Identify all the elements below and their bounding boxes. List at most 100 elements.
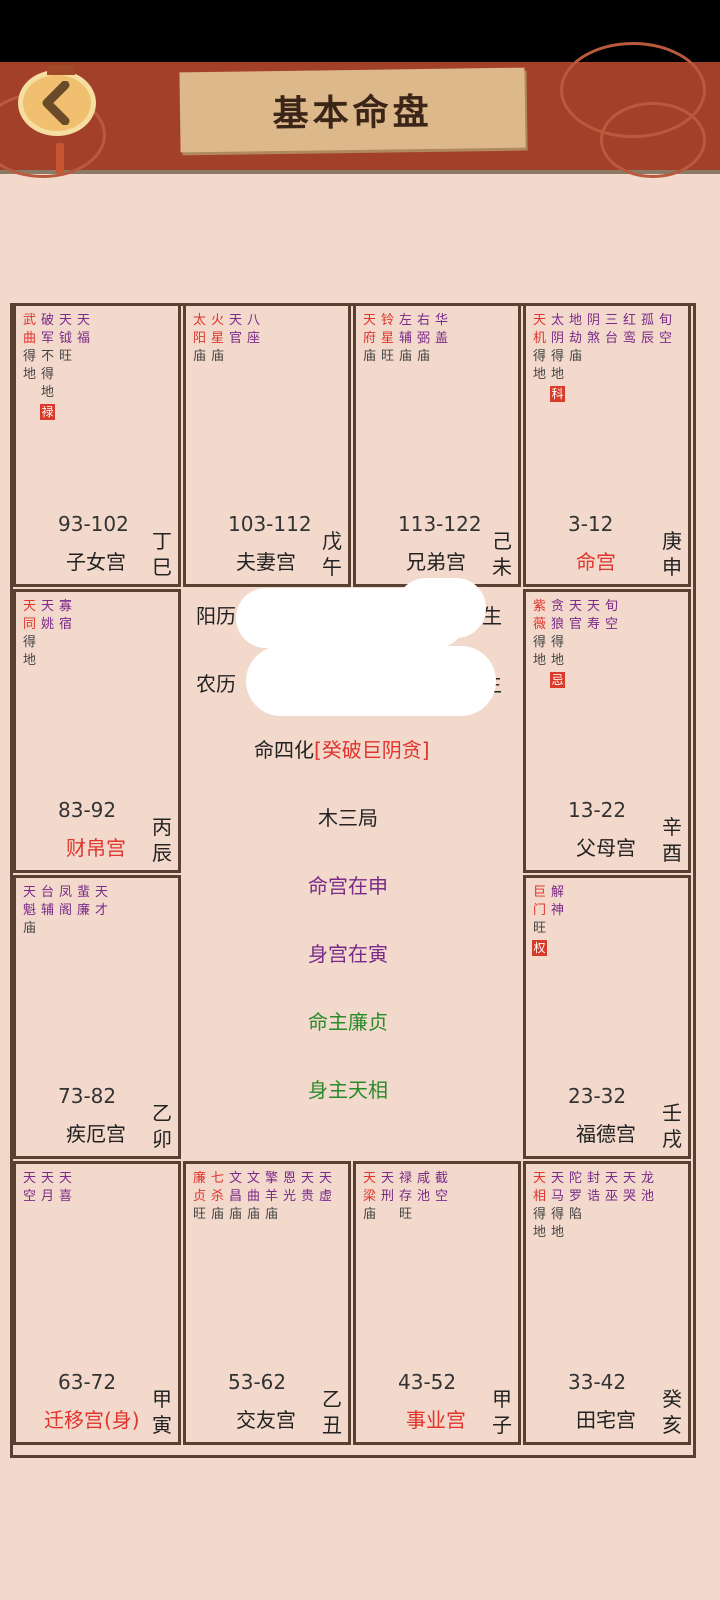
star-column: 地 劫庙 xyxy=(568,312,583,402)
ganzhi-zhi: 戌 xyxy=(662,1127,682,1151)
star-column: 紫 薇得地 xyxy=(532,598,547,688)
palace-qianyi[interactable]: 天 空天 月天 喜 63-72 迁移宫(身) 甲寅 xyxy=(13,1161,181,1445)
ming-gong-location: 命宫在申 xyxy=(308,874,388,898)
palace-fuqi[interactable]: 太 阳庙火 星庙天 官八 座 103-112 夫妻宫戊午 xyxy=(183,303,351,587)
star-name: 天 虚 xyxy=(318,1171,332,1204)
star-strength: 旺 xyxy=(380,349,394,364)
palace-tianzhai[interactable]: 天 相得地天 马得地陀 罗陷封 诰天 巫天 哭龙 池 33-42 田宅宫癸亥 xyxy=(523,1161,691,1445)
palace-zinv[interactable]: 武 曲得地破 军不得地禄天 钺旺天 福 93-102 子女宫丁巳 xyxy=(13,303,181,587)
star-column: 天 喜 xyxy=(58,1170,73,1206)
star-column: 天 梁庙 xyxy=(362,1170,377,1224)
star-column: 阴 煞 xyxy=(586,312,601,402)
ganzhi-label: 癸亥 xyxy=(662,1386,682,1438)
age-range: 73-82 xyxy=(58,1084,117,1108)
star-list: 巨 门旺权解 神 xyxy=(532,884,565,956)
star-column: 天 哭 xyxy=(622,1170,637,1242)
star-name: 巨 门 xyxy=(532,885,546,918)
star-strength: 得 xyxy=(40,367,54,382)
ganzhi-zhi: 子 xyxy=(492,1413,512,1437)
lantern-cap xyxy=(47,65,75,75)
palace-caibo[interactable]: 天 同得地天 姚寡 宿 83-92 财帛宫丙辰 xyxy=(13,589,181,873)
ganzhi-label: 己未 xyxy=(492,528,512,580)
star-name: 龙 池 xyxy=(640,1171,654,1204)
star-name: 左 辅 xyxy=(398,313,412,346)
palace-name: 福德宫 xyxy=(576,1122,636,1146)
star-column: 天 官 xyxy=(228,312,243,366)
palace-fumu[interactable]: 紫 薇得地贪 狼得地忌天 官天 寿旬 空 13-22 父母宫辛酉 xyxy=(523,589,691,873)
star-name: 文 昌 xyxy=(228,1171,242,1204)
palace-fude[interactable]: 巨 门旺权解 神 23-32 福德宫壬戌 xyxy=(523,875,691,1159)
star-column: 孤 辰 xyxy=(640,312,655,402)
star-column: 太 阴得地科 xyxy=(550,312,565,402)
star-strength: 庙 xyxy=(228,1207,242,1222)
star-name: 太 阳 xyxy=(192,313,206,346)
star-name: 解 神 xyxy=(550,885,564,918)
star-column: 火 星庙 xyxy=(210,312,225,366)
ganzhi-gan: 甲 xyxy=(492,1387,512,1411)
star-name: 天 空 xyxy=(22,1171,36,1204)
star-strength: 得 xyxy=(550,635,564,650)
star-column: 天 空 xyxy=(22,1170,37,1206)
star-name: 凤 阁 xyxy=(58,885,72,918)
palace-ming[interactable]: 天 机得地太 阴得地科地 劫庙阴 煞三 台红 鸾孤 辰旬 空 3-12 命宫庚申 xyxy=(523,303,691,587)
star-strength: 庙 xyxy=(192,349,206,364)
ganzhi-zhi: 亥 xyxy=(662,1413,682,1437)
star-name: 天 钺 xyxy=(58,313,72,346)
star-column: 文 昌庙 xyxy=(228,1170,243,1224)
ganzhi-gan: 甲 xyxy=(152,1387,172,1411)
star-name: 天 官 xyxy=(568,599,582,632)
age-range: 63-72 xyxy=(58,1370,117,1394)
ganzhi-gan: 丁 xyxy=(152,529,172,553)
star-list: 天 空天 月天 喜 xyxy=(22,1170,73,1206)
star-column: 陀 罗陷 xyxy=(568,1170,583,1242)
star-name: 天 魁 xyxy=(22,885,36,918)
back-button[interactable] xyxy=(18,65,96,173)
star-strength: 地 xyxy=(22,653,36,668)
ganzhi-gan: 庚 xyxy=(662,529,682,553)
ganzhi-gan: 丙 xyxy=(152,815,172,839)
star-name: 三 台 xyxy=(604,313,618,346)
age-range: 83-92 xyxy=(58,798,117,822)
palace-jiaoyou[interactable]: 廉 贞旺七 杀庙文 昌庙文 曲庙擎 羊庙恩 光天 贵天 虚 53-62 交友宫乙丑 xyxy=(183,1161,351,1445)
star-name: 天 机 xyxy=(532,313,546,346)
star-strength: 得 xyxy=(532,635,546,650)
sihua-line: 命四化[癸破巨阴贪] xyxy=(254,734,430,763)
ganzhi-label: 庚申 xyxy=(662,528,682,580)
star-name: 天 官 xyxy=(228,313,242,346)
star-strength: 地 xyxy=(22,367,36,382)
age-range: 33-42 xyxy=(568,1370,627,1394)
star-column: 解 神 xyxy=(550,884,565,956)
star-name: 旬 空 xyxy=(604,599,618,632)
star-name: 蜚 廉 xyxy=(76,885,90,918)
star-name: 台 辅 xyxy=(40,885,54,918)
palace-name: 事业宫 xyxy=(406,1408,466,1432)
star-column: 封 诰 xyxy=(586,1170,601,1242)
star-column: 左 辅庙 xyxy=(398,312,413,366)
ganzhi-zhi: 申 xyxy=(662,555,682,579)
star-column: 天 才 xyxy=(94,884,109,938)
star-column: 寡 宿 xyxy=(58,598,73,670)
star-strength: 庙 xyxy=(362,349,376,364)
star-column: 咸 池 xyxy=(416,1170,431,1224)
star-strength: 旺 xyxy=(192,1207,206,1222)
star-column: 蜚 廉 xyxy=(76,884,91,938)
star-column: 天 寿 xyxy=(586,598,601,688)
shen-gong-location: 身宫在寅 xyxy=(308,942,388,966)
star-strength: 庙 xyxy=(416,349,430,364)
palace-xiongdi[interactable]: 天 府庙铃 星旺左 辅庙右 弼庙华 盖 113-122 兄弟宫己未 xyxy=(353,303,521,587)
star-list: 天 机得地太 阴得地科地 劫庙阴 煞三 台红 鸾孤 辰旬 空 xyxy=(532,312,673,402)
star-list: 廉 贞旺七 杀庙文 昌庙文 曲庙擎 羊庙恩 光天 贵天 虚 xyxy=(192,1170,333,1224)
star-list: 天 府庙铃 星旺左 辅庙右 弼庙华 盖 xyxy=(362,312,449,366)
star-strength: 得 xyxy=(532,1207,546,1222)
star-name: 擎 羊 xyxy=(264,1171,278,1204)
palace-jie[interactable]: 天 魁庙台 辅凤 阁蜚 廉天 才 73-82 疾厄宫 乙卯 xyxy=(13,875,181,1159)
star-column: 三 台 xyxy=(604,312,619,402)
star-name: 太 阴 xyxy=(550,313,564,346)
star-column: 天 福 xyxy=(76,312,91,420)
star-strength: 庙 xyxy=(568,349,582,364)
star-name: 火 星 xyxy=(210,313,224,346)
star-list: 太 阳庙火 星庙天 官八 座 xyxy=(192,312,261,366)
palace-shiye[interactable]: 天 梁庙天 刑禄 存旺咸 池截 空 43-52 事业宫 甲子 xyxy=(353,1161,521,1445)
star-column: 天 钺旺 xyxy=(58,312,73,420)
star-column: 擎 羊庙 xyxy=(264,1170,279,1224)
